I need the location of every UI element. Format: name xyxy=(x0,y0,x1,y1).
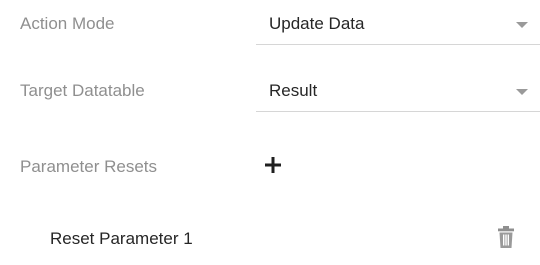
parameter-resets-label: Parameter Resets xyxy=(20,157,157,176)
action-mode-value: Update Data xyxy=(269,14,365,33)
delete-parameter-reset-button[interactable] xyxy=(496,225,516,249)
action-mode-label: Action Mode xyxy=(20,14,115,33)
chevron-down-icon xyxy=(516,89,528,95)
add-parameter-reset-button[interactable] xyxy=(262,154,284,176)
chevron-down-icon xyxy=(516,22,528,28)
target-datatable-label: Target Datatable xyxy=(20,81,145,100)
trash-icon xyxy=(498,226,514,248)
action-mode-dropdown[interactable]: Update Data xyxy=(256,4,540,45)
plus-icon xyxy=(265,157,281,173)
target-datatable-dropdown[interactable]: Result xyxy=(256,71,540,112)
parameter-reset-item-label: Reset Parameter 1 xyxy=(50,229,193,248)
target-datatable-value: Result xyxy=(269,81,318,100)
